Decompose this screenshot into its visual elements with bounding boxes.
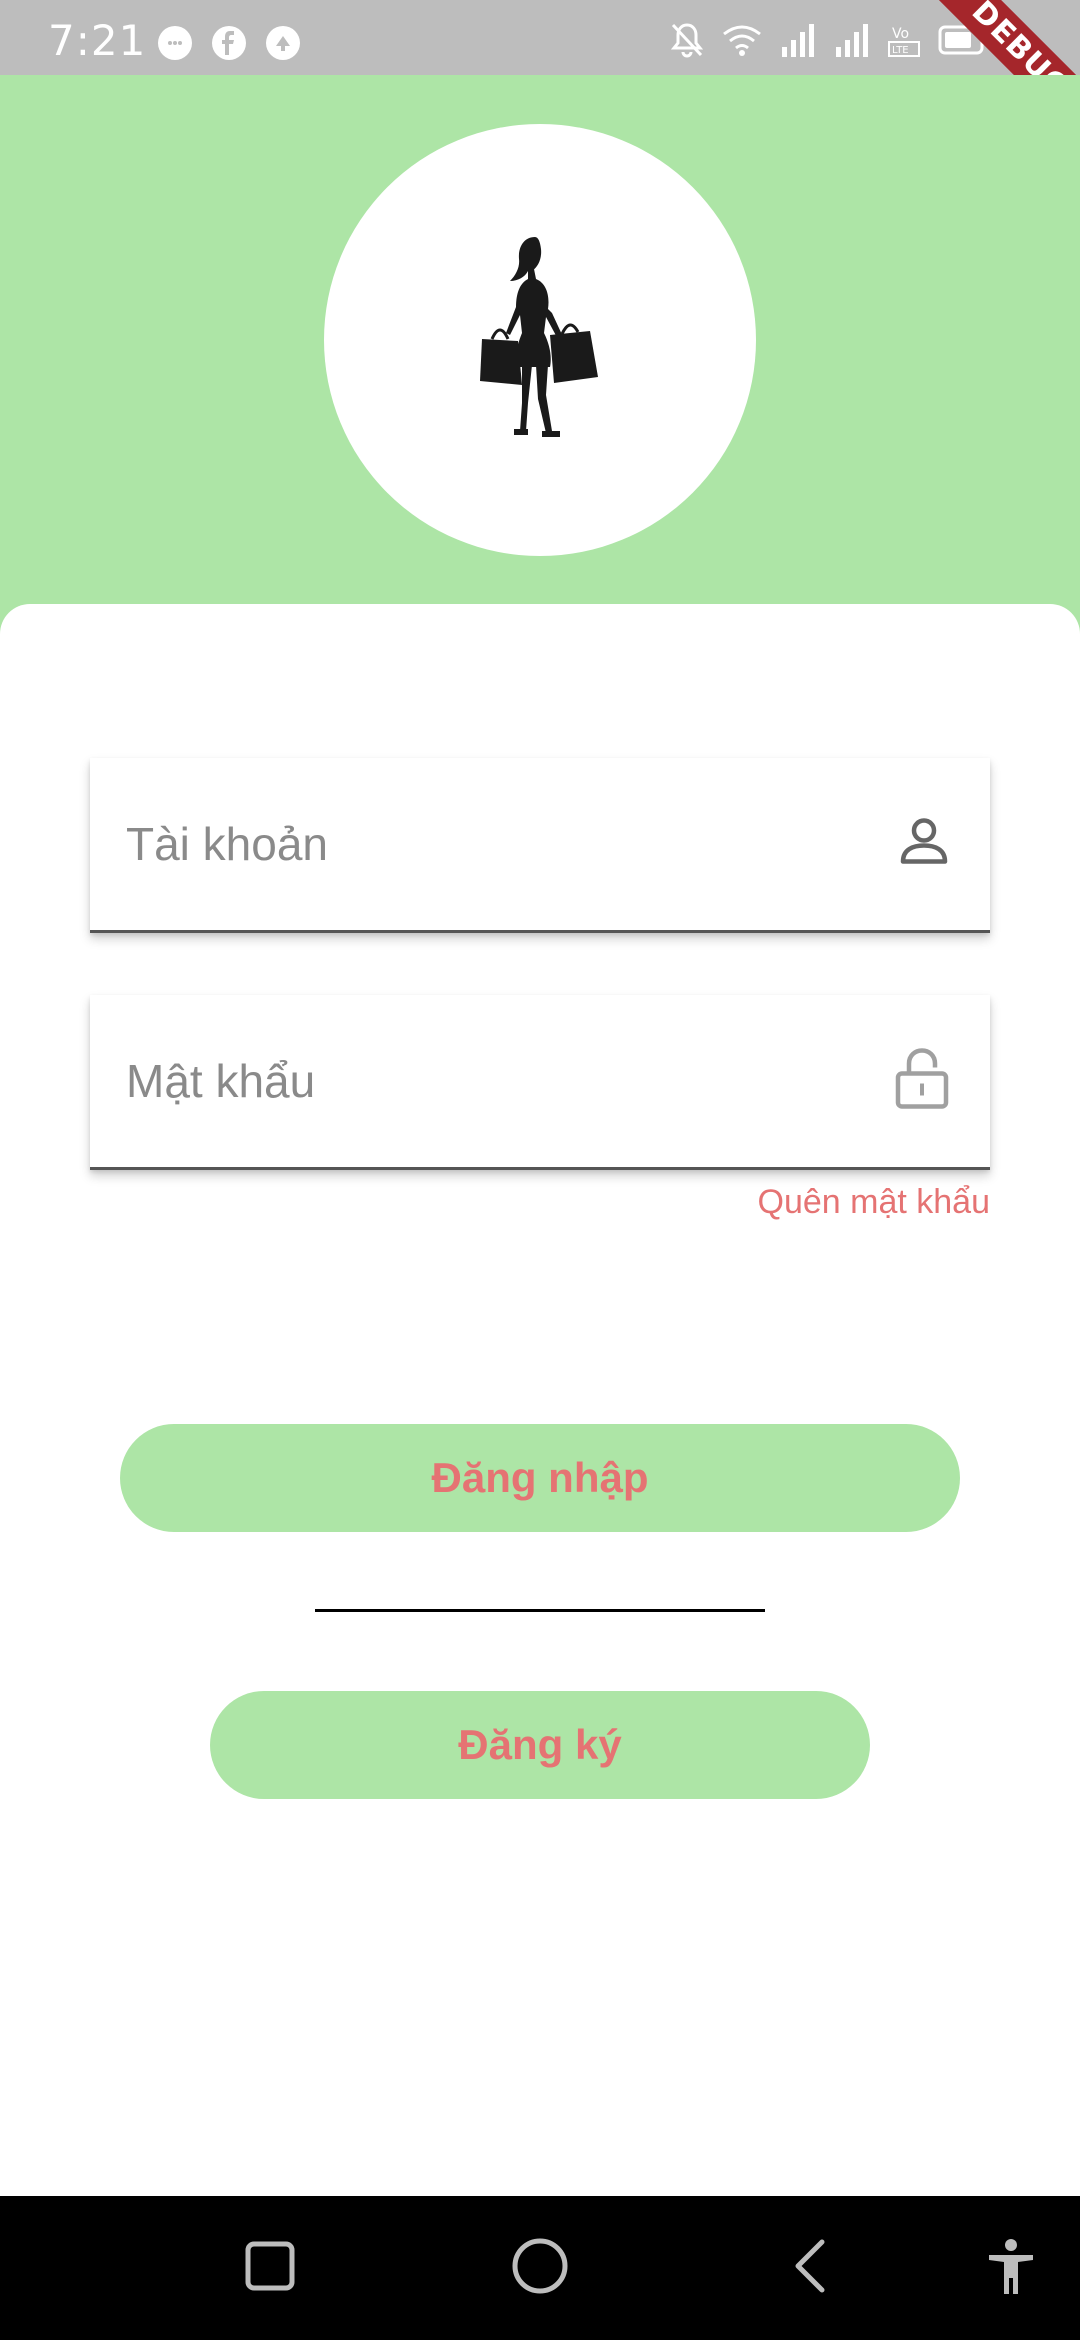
back-icon[interactable] bbox=[790, 2238, 830, 2299]
shopping-woman-icon bbox=[480, 237, 598, 437]
signal-icon bbox=[780, 23, 816, 57]
notification-icons bbox=[158, 26, 300, 60]
divider bbox=[315, 1609, 765, 1612]
facebook-icon bbox=[212, 26, 246, 60]
navigation-bar bbox=[0, 2196, 1080, 2340]
signal-icon bbox=[834, 23, 870, 57]
forgot-password-link[interactable]: Quên mật khẩu bbox=[758, 1183, 990, 1222]
volte-icon: Vo LTE bbox=[888, 22, 920, 58]
username-placeholder: Tài khoản bbox=[126, 818, 329, 870]
lock-icon bbox=[894, 1048, 950, 1115]
home-icon[interactable] bbox=[510, 2238, 570, 2299]
password-field[interactable]: Mật khẩu bbox=[90, 995, 990, 1170]
app-logo bbox=[324, 124, 756, 556]
status-time: 7:21 bbox=[48, 16, 147, 65]
username-field[interactable]: Tài khoản bbox=[90, 758, 990, 933]
password-placeholder: Mật khẩu bbox=[126, 1055, 316, 1107]
person-icon bbox=[898, 816, 950, 873]
login-button[interactable]: Đăng nhập bbox=[120, 1424, 960, 1532]
status-bar: 7:21 Vo LTE DEBUG bbox=[0, 0, 1080, 158]
recent-apps-icon[interactable] bbox=[244, 2238, 296, 2299]
bell-off-icon bbox=[670, 22, 704, 58]
messenger-icon bbox=[158, 26, 192, 60]
register-button[interactable]: Đăng ký bbox=[210, 1691, 870, 1799]
accessibility-icon[interactable] bbox=[986, 2238, 1036, 2301]
svg-text:LTE: LTE bbox=[892, 45, 909, 56]
svg-text:Vo: Vo bbox=[892, 26, 909, 42]
wifi-icon bbox=[722, 24, 762, 56]
system-icons: Vo LTE bbox=[670, 22, 990, 58]
notification-app-icon bbox=[266, 26, 300, 60]
